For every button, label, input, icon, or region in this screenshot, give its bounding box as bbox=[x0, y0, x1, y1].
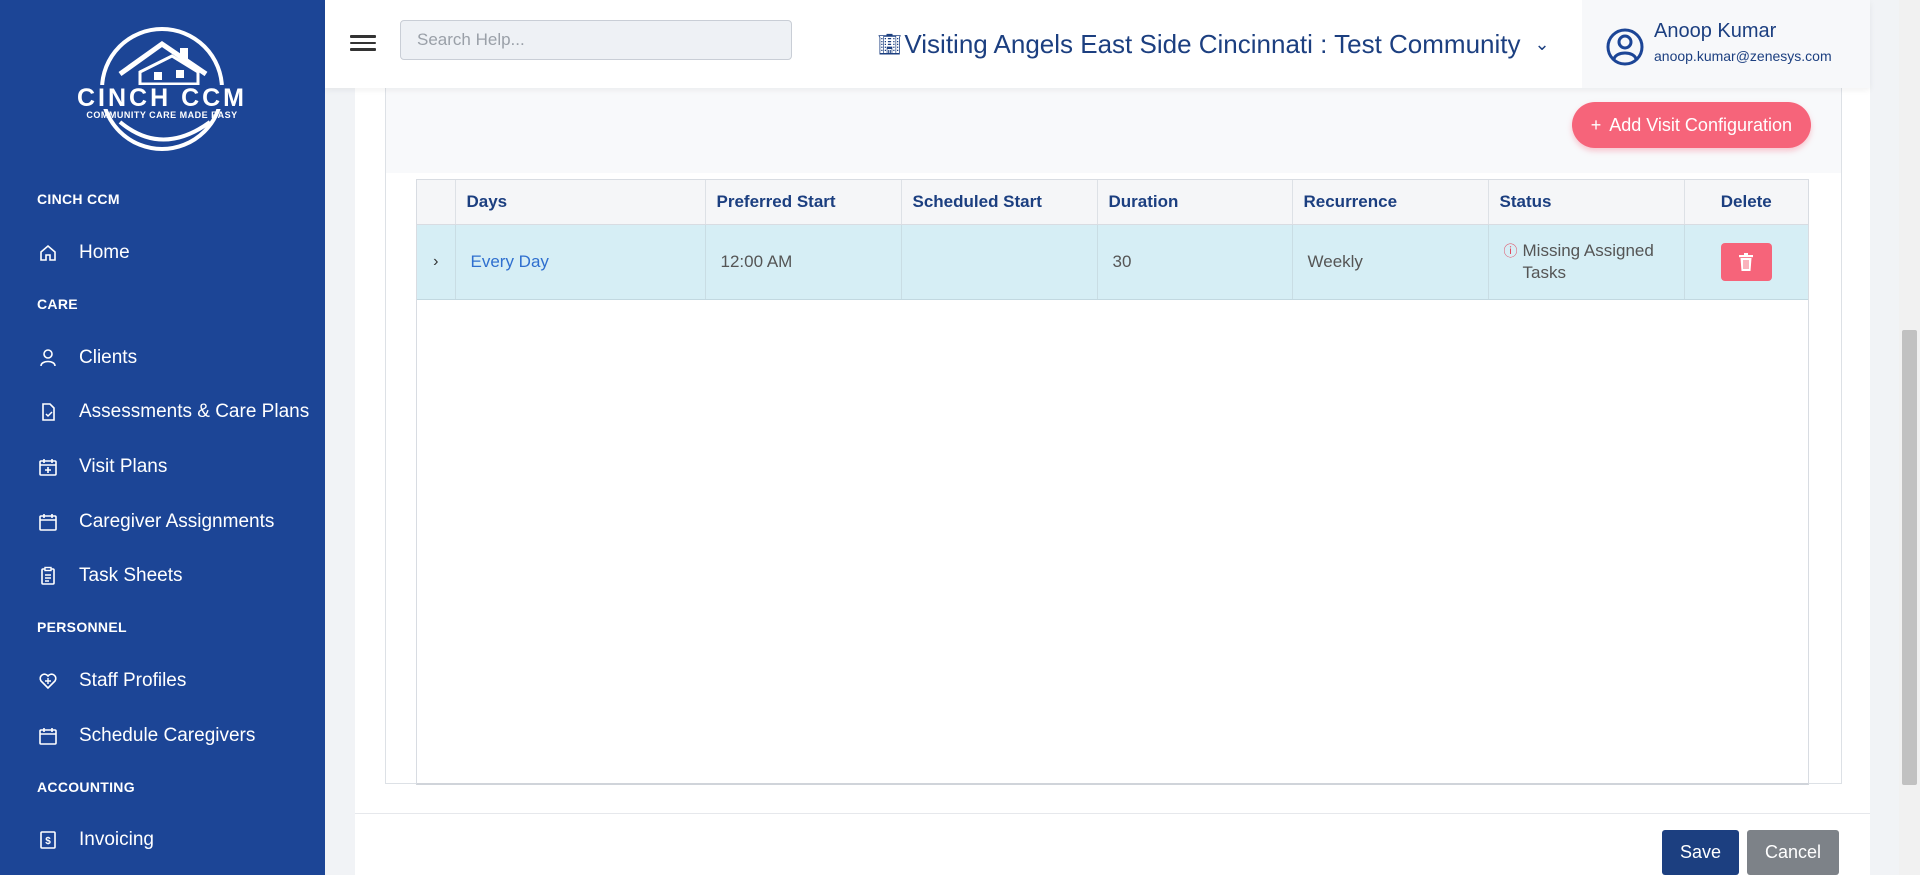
cell-recurrence: Weekly bbox=[1292, 224, 1489, 300]
cell-status: ⓘ Missing Assigned Tasks bbox=[1488, 224, 1685, 300]
section-care: CARE bbox=[37, 296, 78, 312]
user-email: anoop.kumar@zenesys.com bbox=[1654, 48, 1832, 64]
organization-selector[interactable]: 🏢︎ Visiting Angels East Side Cincinnati … bbox=[877, 24, 1550, 64]
section-cinch-ccm: CINCH CCM bbox=[37, 191, 120, 207]
top-header: 🏢︎ Visiting Angels East Side Cincinnati … bbox=[325, 0, 1870, 88]
expander-header bbox=[417, 180, 456, 225]
column-header-scheduled-start[interactable]: Scheduled Start bbox=[901, 180, 1098, 225]
visit-configuration-panel: + Add Visit Configuration Days Preferred… bbox=[385, 88, 1842, 785]
visit-configuration-table: Days Preferred Start Scheduled Start Dur… bbox=[416, 179, 1809, 785]
chevron-down-icon: ⌄ bbox=[1534, 33, 1550, 54]
column-header-days[interactable]: Days bbox=[455, 180, 706, 225]
main-content: + Add Visit Configuration Days Preferred… bbox=[355, 88, 1870, 875]
column-header-delete: Delete bbox=[1684, 180, 1808, 225]
column-header-preferred-start[interactable]: Preferred Start bbox=[705, 180, 902, 225]
calendar-icon bbox=[37, 725, 59, 747]
sidebar-item-visit-plans[interactable]: Visit Plans bbox=[37, 447, 167, 487]
sidebar-item-assessments[interactable]: Assessments & Care Plans bbox=[37, 392, 309, 432]
user-icon bbox=[37, 347, 59, 369]
column-header-recurrence[interactable]: Recurrence bbox=[1292, 180, 1489, 225]
sidebar-item-task-sheets[interactable]: Task Sheets bbox=[37, 556, 183, 596]
sidebar-item-clients[interactable]: Clients bbox=[37, 338, 137, 378]
page-scrollbar-thumb[interactable] bbox=[1902, 330, 1917, 785]
sidebar-item-label: Home bbox=[79, 242, 130, 263]
section-personnel: PERSONNEL bbox=[37, 619, 127, 635]
add-visit-configuration-button[interactable]: + Add Visit Configuration bbox=[1571, 102, 1811, 148]
sidebar-item-label: Assessments & Care Plans bbox=[79, 401, 310, 422]
cell-delete bbox=[1684, 224, 1808, 300]
add-button-label: Add Visit Configuration bbox=[1609, 114, 1792, 135]
plus-icon: + bbox=[1590, 114, 1602, 135]
invoice-icon: $ bbox=[37, 829, 59, 851]
cell-days[interactable]: Every Day bbox=[455, 224, 706, 300]
organization-name: Visiting Angels East Side Cincinnati : T… bbox=[904, 28, 1521, 59]
home-icon bbox=[37, 242, 59, 264]
heart-shield-icon bbox=[37, 670, 59, 692]
sidebar-item-staff-profiles[interactable]: Staff Profiles bbox=[37, 661, 186, 701]
cell-duration: 30 bbox=[1097, 224, 1293, 300]
user-name: Anoop Kumar bbox=[1654, 20, 1777, 42]
sidebar-item-label: Schedule Caregivers bbox=[79, 725, 256, 746]
sidebar-item-invoicing[interactable]: $ Invoicing bbox=[37, 820, 154, 860]
logo-tagline: COMMUNITY CARE MADE EASY bbox=[86, 110, 237, 120]
document-icon bbox=[37, 401, 59, 423]
calendar-plus-icon bbox=[37, 456, 59, 478]
menu-icon[interactable] bbox=[350, 31, 376, 55]
user-circle-icon bbox=[1606, 28, 1644, 66]
logo-text: CINCH CCM bbox=[77, 84, 247, 112]
sidebar-item-home[interactable]: Home bbox=[37, 233, 130, 273]
clipboard-icon bbox=[37, 565, 59, 587]
calendar-icon bbox=[37, 511, 59, 533]
sidebar-item-caregiver-assignments[interactable]: Caregiver Assignments bbox=[37, 502, 274, 542]
status-text: Missing Assigned Tasks bbox=[1522, 241, 1654, 282]
footer-divider bbox=[355, 813, 1870, 814]
sidebar-item-label: Clients bbox=[79, 347, 138, 368]
warning-icon: ⓘ bbox=[1503, 243, 1518, 259]
panel-toolbar: + Add Visit Configuration bbox=[386, 88, 1841, 173]
sidebar-item-label: Invoicing bbox=[79, 829, 154, 850]
save-button[interactable]: Save bbox=[1662, 830, 1739, 875]
cell-scheduled-start bbox=[901, 224, 1098, 300]
sidebar-item-label: Task Sheets bbox=[79, 565, 183, 586]
cancel-button[interactable]: Cancel bbox=[1747, 830, 1839, 875]
table-row[interactable]: › Every Day 12:00 AM 30 Weekly ⓘ Missing… bbox=[417, 224, 1808, 300]
search-input[interactable] bbox=[400, 20, 792, 60]
building-icon: 🏢︎ bbox=[877, 33, 903, 56]
cinch-ccm-logo[interactable]: CINCH CCM COMMUNITY CARE MADE EASY bbox=[60, 22, 265, 152]
section-accounting: ACCOUNTING bbox=[37, 779, 135, 795]
svg-text:$: $ bbox=[45, 836, 51, 847]
delete-button[interactable] bbox=[1720, 243, 1772, 281]
row-expand-icon[interactable]: › bbox=[417, 224, 456, 300]
user-menu[interactable]: Anoop Kumar anoop.kumar@zenesys.com bbox=[1582, 0, 1870, 88]
cell-preferred-start: 12:00 AM bbox=[705, 224, 902, 300]
table-header-row: Days Preferred Start Scheduled Start Dur… bbox=[417, 180, 1808, 225]
sidebar-item-label: Staff Profiles bbox=[79, 670, 187, 691]
sidebar: CINCH CCM COMMUNITY CARE MADE EASY CINCH… bbox=[0, 0, 325, 875]
sidebar-item-schedule-caregivers[interactable]: Schedule Caregivers bbox=[37, 716, 255, 756]
sidebar-item-label: Visit Plans bbox=[79, 456, 168, 477]
trash-icon bbox=[1739, 253, 1754, 271]
sidebar-item-label: Caregiver Assignments bbox=[79, 511, 275, 532]
column-header-duration[interactable]: Duration bbox=[1097, 180, 1293, 225]
column-header-status[interactable]: Status bbox=[1488, 180, 1685, 225]
